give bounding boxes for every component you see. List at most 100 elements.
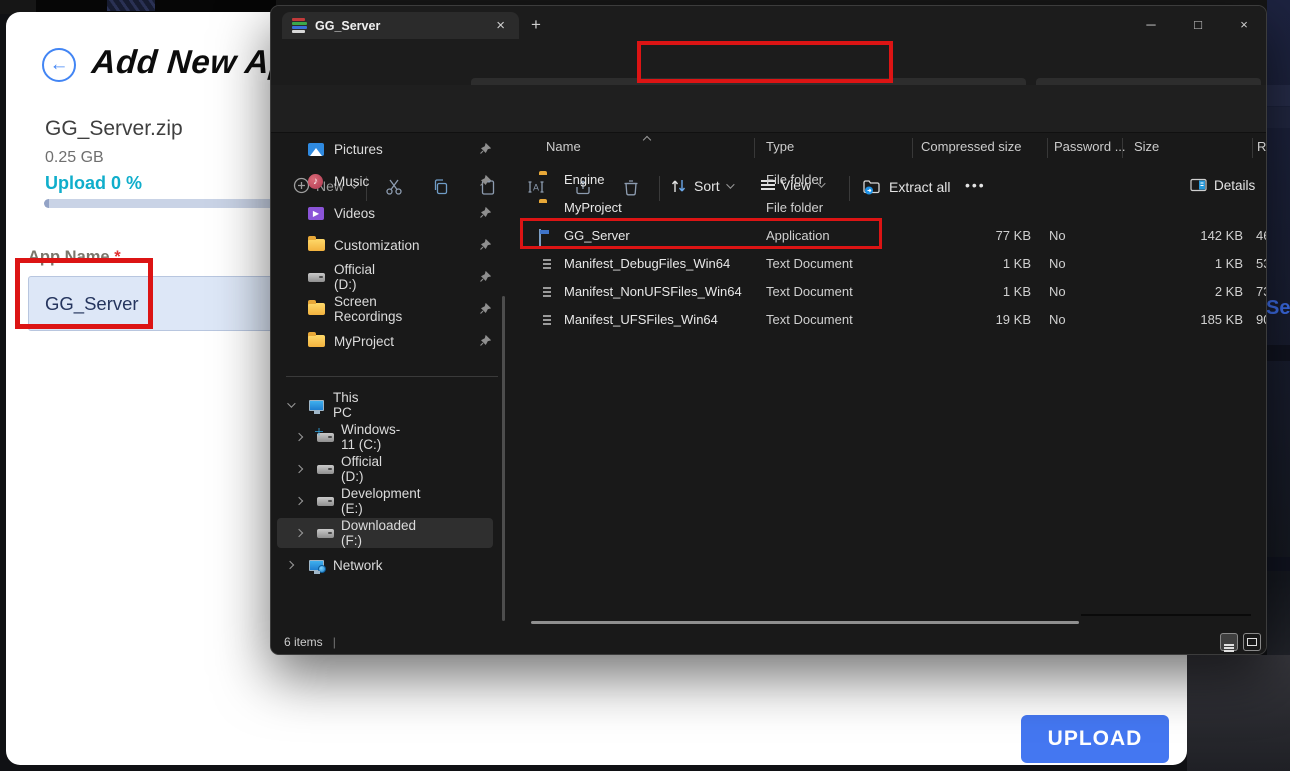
copy-button[interactable] [431,177,451,197]
highlight-box-app-name [15,258,153,329]
background-band [1267,107,1290,128]
sidebar-item-myproject[interactable]: MyProject [271,327,288,355]
sidebar-item-this-pc[interactable]: This PC [271,391,286,419]
file-explorer-window: GG_Server × + ─ □ × ← → ↑ ↻ › ··· pack ›… [270,5,1267,655]
toolbar: New [271,85,1266,133]
pin-icon [479,143,491,155]
list-view-toggle[interactable] [1220,633,1238,651]
pin-icon [479,271,491,283]
folder-icon [308,303,325,315]
windows-drive-icon [317,433,334,442]
sidebar-divider [286,376,498,377]
network-icon [309,560,324,571]
pin-icon [479,335,491,347]
background-diagonal-pattern [107,0,155,11]
status-divider: | [333,635,336,649]
horizontal-scrollbar[interactable] [531,621,1079,624]
column-divider[interactable] [1047,138,1048,158]
sidebar-item-network[interactable]: Network [271,551,286,579]
cut-button[interactable] [384,177,404,197]
screen: Se ← Add New App GG_Server.zip 0.25 GB U… [0,0,1290,771]
videos-icon: ▶ [308,207,324,220]
sidebar-item-development-e-drive[interactable]: Development (E:) [271,487,288,515]
drive-icon [317,465,334,474]
chevron-right-icon[interactable] [295,497,303,505]
this-pc-icon [309,400,324,411]
sort-ascending-icon [643,136,651,144]
upload-progress-fill [44,199,49,208]
column-header-ratio[interactable]: Ra [1257,139,1267,154]
background-band [1267,557,1290,571]
sidebar-item-pictures[interactable]: Pictures [271,135,287,163]
background-band [1267,345,1290,361]
items-count: 6 items [284,635,323,649]
column-header-name[interactable]: Name [546,139,581,154]
column-divider[interactable] [754,138,755,158]
new-tab-button[interactable]: + [531,15,541,35]
pin-icon [479,175,491,187]
pin-icon [479,239,491,251]
column-header-password[interactable]: Password ... [1054,139,1126,154]
pictures-icon [308,143,324,156]
music-icon: ♪ [308,174,323,189]
background-text-fragment: Se [1266,297,1290,320]
sidebar-item-official-d-drive[interactable]: Official (D:) [271,455,288,483]
background-bottom-right [1187,655,1290,771]
file-row-engine[interactable]: Engine File folder [521,166,1267,194]
upload-button[interactable]: UPLOAD [1021,715,1169,763]
drive-icon [317,529,334,538]
chevron-down-icon[interactable] [287,399,295,407]
chevron-right-icon[interactable] [295,433,303,441]
copy-icon [431,177,451,197]
list-view-icon [1224,644,1234,646]
archive-icon [292,18,307,33]
column-divider[interactable] [912,138,913,158]
scissors-icon [384,177,404,197]
folder-icon [308,239,325,251]
drive-icon [317,497,334,506]
column-header-size[interactable]: Size [1134,139,1159,154]
separator-line [1081,614,1251,616]
thumbnail-view-icon [1247,638,1257,646]
back-button[interactable]: ← [42,48,76,82]
folder-icon [308,335,325,347]
column-header-compressed-size[interactable]: Compressed size [921,139,1021,154]
background-band [1267,85,1290,106]
highlight-box-gg-server-row [520,218,882,249]
file-row-manifest-ufsfiles[interactable]: Manifest_UFSFiles_Win64 Text Document 19… [521,306,1267,334]
file-list: Name Type Compressed size Password ... S… [521,135,1267,621]
column-header-type[interactable]: Type [766,139,794,154]
explorer-tab[interactable]: GG_Server × [282,12,519,39]
chevron-right-icon[interactable] [286,561,294,569]
background-top-dark [36,0,276,12]
maximize-button[interactable]: □ [1181,12,1215,36]
close-button[interactable]: × [1227,12,1261,36]
sidebar-scrollbar[interactable] [502,296,505,621]
sidebar-item-windows-c-drive[interactable]: Windows-11 (C:) [271,423,288,451]
upload-file-name: GG_Server.zip [45,117,183,141]
highlight-box-breadcrumb [637,41,893,83]
chevron-right-icon[interactable] [295,465,303,473]
column-divider[interactable] [1252,138,1253,158]
minimize-button[interactable]: ─ [1134,12,1168,36]
status-bar: 6 items | [271,628,1266,655]
upload-status-text: Upload 0 % [45,173,142,194]
pin-icon [479,303,491,315]
upload-file-size: 0.25 GB [45,149,104,167]
file-row-manifest-nonufsfiles[interactable]: Manifest_NonUFSFiles_Win64 Text Document… [521,278,1267,306]
tab-bar: GG_Server × + ─ □ × [271,6,1266,39]
sidebar-item-downloaded-f-drive[interactable]: Downloaded (F:) [271,519,288,547]
windows-logo-icon [315,428,323,436]
sidebar-item-customization[interactable]: Customization [271,231,288,259]
back-arrow-icon: ← [50,54,69,76]
sidebar-item-screen-recordings[interactable]: Screen Recordings [271,295,288,323]
thumbnail-view-toggle[interactable] [1243,633,1261,651]
sidebar-item-official-drive[interactable]: Official (D:) [271,263,288,291]
globe-icon [318,565,326,573]
drive-icon [308,273,325,282]
column-divider[interactable] [1122,138,1123,158]
file-row-manifest-debugfiles[interactable]: Manifest_DebugFiles_Win64 Text Document … [521,250,1267,278]
tab-close-icon[interactable]: × [492,17,509,34]
pin-icon [479,207,491,219]
tab-title: GG_Server [315,19,492,33]
